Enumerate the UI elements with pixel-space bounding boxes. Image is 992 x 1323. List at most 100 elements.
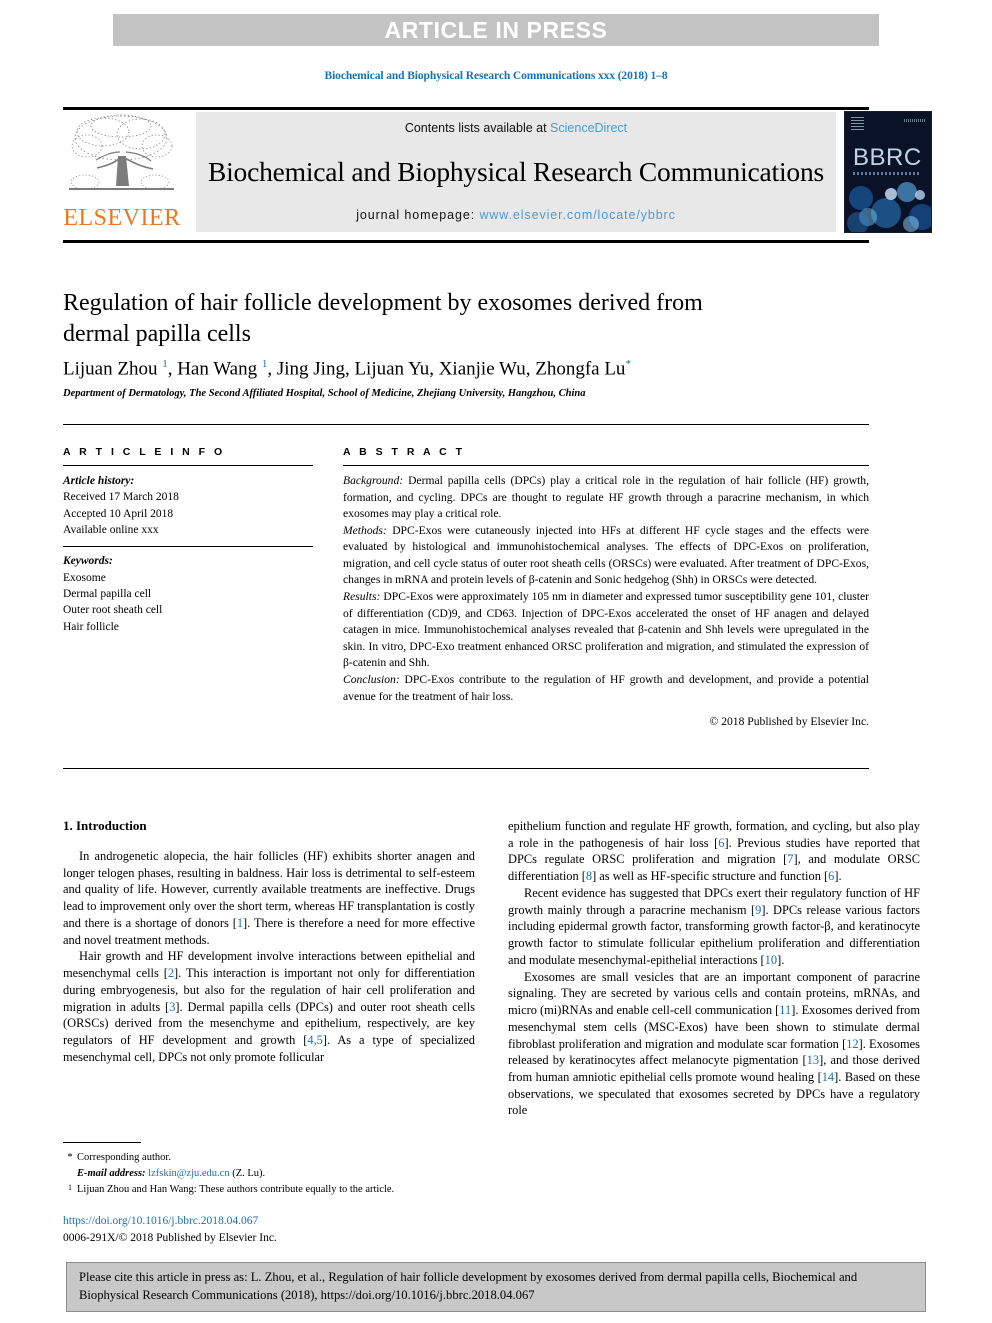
info-block-rule-bottom (63, 768, 869, 769)
email-address-suffix: (Z. Lu). (232, 1167, 266, 1179)
footnote-corresponding: * Corresponding author. (63, 1150, 483, 1166)
journal-homepage-line: journal homepage: www.elsevier.com/locat… (356, 208, 676, 222)
history-item: Received 17 March 2018 (63, 491, 179, 504)
abstract-background-text: Dermal papilla cells (DPCs) play a criti… (343, 474, 869, 521)
elsevier-tree-icon (69, 114, 174, 190)
article-info-heading: A R T I C L E I N F O (63, 446, 226, 458)
citation-ref[interactable]: 1 (237, 916, 243, 930)
info-block-rule-top (63, 424, 869, 425)
article-in-press-banner: ARTICLE IN PRESS (113, 14, 879, 46)
email-address-link[interactable]: lzfskin@zju.edu.cn (148, 1168, 229, 1179)
citation-ref[interactable]: 7 (787, 852, 793, 866)
article-in-press-label: ARTICLE IN PRESS (384, 16, 608, 43)
elsevier-wordmark: ELSEVIER (63, 205, 181, 231)
journal-homepage-link[interactable]: www.elsevier.com/locate/ybbrc (479, 208, 675, 222)
paragraph: Hair growth and HF development involve i… (63, 949, 475, 1064)
history-item: Available online xxx (63, 523, 159, 536)
abstract-conclusion-text: DPC-Exos contribute to the regulation of… (343, 672, 869, 703)
section-heading-introduction: 1. Introduction (63, 818, 147, 833)
cover-subtitle-rule (853, 172, 921, 175)
footnote-marker-asterisk: * (67, 1152, 73, 1163)
abstract-results-label: Results: (343, 590, 381, 604)
citation-ref[interactable]: 6 (828, 869, 834, 883)
abstract-column: A B S T R A C T Background: Dermal papil… (343, 446, 869, 731)
masthead-rule-bottom (63, 240, 869, 243)
cover-emblem-icon (851, 117, 864, 132)
article-history: Article history: Received 17 March 2018 … (63, 473, 313, 538)
article-info-divider (63, 465, 313, 466)
keyword-item: Outer root sheath cell (63, 604, 163, 617)
affiliation: Department of Dermatology, The Second Af… (63, 388, 586, 399)
paragraph: epithelium function and regulate HF grow… (508, 819, 921, 884)
doi-block: https://doi.org/10.1016/j.bbrc.2018.04.0… (63, 1213, 483, 1246)
body-column-left: 1. Introduction In androgenetic alopecia… (63, 818, 475, 1066)
citation-ref[interactable]: 13 (807, 1053, 819, 1067)
footnote-marker-one: 1 (68, 1182, 72, 1192)
journal-title: Biochemical and Biophysical Research Com… (207, 155, 825, 187)
paragraph: In androgenetic alopecia, the hair folli… (63, 849, 475, 947)
bbrc-journal-cover: BBRC (844, 111, 932, 233)
citation-ref[interactable]: 8 (586, 869, 592, 883)
article-page: ARTICLE IN PRESS Biochemical and Biophys… (0, 0, 992, 1323)
issn-copyright-line: 0006-291X/© 2018 Published by Elsevier I… (63, 1231, 277, 1244)
email-address-label: E-mail address: (77, 1167, 146, 1179)
keywords-label: Keywords: (63, 555, 113, 568)
history-item: Accepted 10 April 2018 (63, 507, 174, 520)
cover-barcode-icon (904, 119, 926, 122)
footnote-email-spacer (63, 1166, 77, 1182)
citation-ref[interactable]: 11 (779, 1003, 791, 1017)
article-history-label: Article history: (63, 475, 135, 487)
abstract-methods: Methods: DPC-Exos were cutaneously injec… (343, 523, 869, 589)
citation-ref[interactable]: 6 (718, 836, 724, 850)
citation-ref[interactable]: 9 (755, 903, 761, 917)
sciencedirect-link[interactable]: ScienceDirect (550, 121, 627, 135)
contents-lists-prefix: Contents lists available at (404, 121, 551, 135)
masthead-rule-top (63, 107, 869, 110)
abstract-methods-label: Methods: (343, 523, 387, 537)
citation-ref[interactable]: 14 (822, 1070, 834, 1084)
keywords-list: Keywords: Exosome Dermal papilla cell Ou… (63, 553, 313, 635)
abstract-background-label: Background: (343, 474, 404, 487)
doi-link[interactable]: https://doi.org/10.1016/j.bbrc.2018.04.0… (63, 1213, 483, 1230)
citation-ref[interactable]: 10 (765, 953, 777, 967)
elsevier-logo: ELSEVIER (63, 112, 188, 232)
footnote-equal-text: Lijuan Zhou and Han Wang: These authors … (77, 1183, 395, 1195)
abstract-copyright: © 2018 Published by Elsevier Inc. (709, 715, 869, 729)
citation-ref[interactable]: 3 (169, 1000, 175, 1014)
masthead-center-panel: Contents lists available at ScienceDirec… (196, 112, 836, 232)
footnote-equal-contribution: 1 Lijuan Zhou and Han Wang: These author… (63, 1182, 483, 1198)
abstract-heading: A B S T R A C T (343, 446, 465, 458)
abstract-conclusion: Conclusion: DPC-Exos contribute to the r… (343, 672, 869, 705)
citation-text: Please cite this article in press as: L.… (79, 1270, 858, 1302)
page-title: Regulation of hair follicle development … (63, 290, 703, 347)
footnote-block: * Corresponding author. E-mail address: … (63, 1150, 483, 1197)
abstract-divider (343, 465, 869, 466)
abstract-background: Background: Dermal papilla cells (DPCs) … (343, 473, 869, 523)
cover-title: BBRC (853, 144, 922, 171)
journal-masthead: ELSEVIER Contents lists available at Sci… (63, 111, 932, 233)
keywords-divider (63, 546, 313, 548)
contents-lists-line: Contents lists available at ScienceDirec… (405, 121, 627, 135)
keyword-item: Hair follicle (63, 620, 119, 633)
body-column-right: epithelium function and regulate HF grow… (508, 818, 920, 1119)
keyword-item: Exosome (63, 571, 106, 584)
keyword-item: Dermal papilla cell (63, 587, 152, 600)
running-head: Biochemical and Biophysical Research Com… (324, 70, 668, 82)
article-info-column: A R T I C L E I N F O Article history: R… (63, 446, 313, 635)
footnote-corresponding-text: Corresponding author. (77, 1152, 171, 1163)
citation-box: Please cite this article in press as: L.… (66, 1262, 926, 1312)
paragraph: Recent evidence has suggested that DPCs … (508, 885, 920, 967)
journal-homepage-prefix: journal homepage: (356, 208, 480, 222)
citation-ref[interactable]: 4,5 (307, 1033, 323, 1047)
citation-ref[interactable]: 12 (846, 1037, 858, 1051)
abstract-results: Results: DPC-Exos were approximately 105… (343, 589, 869, 672)
footnote-rule (63, 1142, 141, 1143)
abstract-results-text: DPC-Exos were approximately 105 nm in di… (343, 590, 869, 670)
citation-ref[interactable]: 2 (168, 966, 174, 980)
footnote-email: E-mail address: lzfskin@zju.edu.cn (Z. L… (63, 1166, 483, 1182)
abstract-methods-text: DPC-Exos were cutaneously injected into … (343, 523, 869, 587)
abstract-body: Background: Dermal papilla cells (DPCs) … (343, 473, 869, 731)
paragraph: Exosomes are small vesicles that are an … (508, 969, 921, 1118)
abstract-conclusion-label: Conclusion: (343, 672, 400, 686)
author-list: Lijuan Zhou 1, Han Wang 1, Jing Jing, Li… (63, 358, 631, 380)
